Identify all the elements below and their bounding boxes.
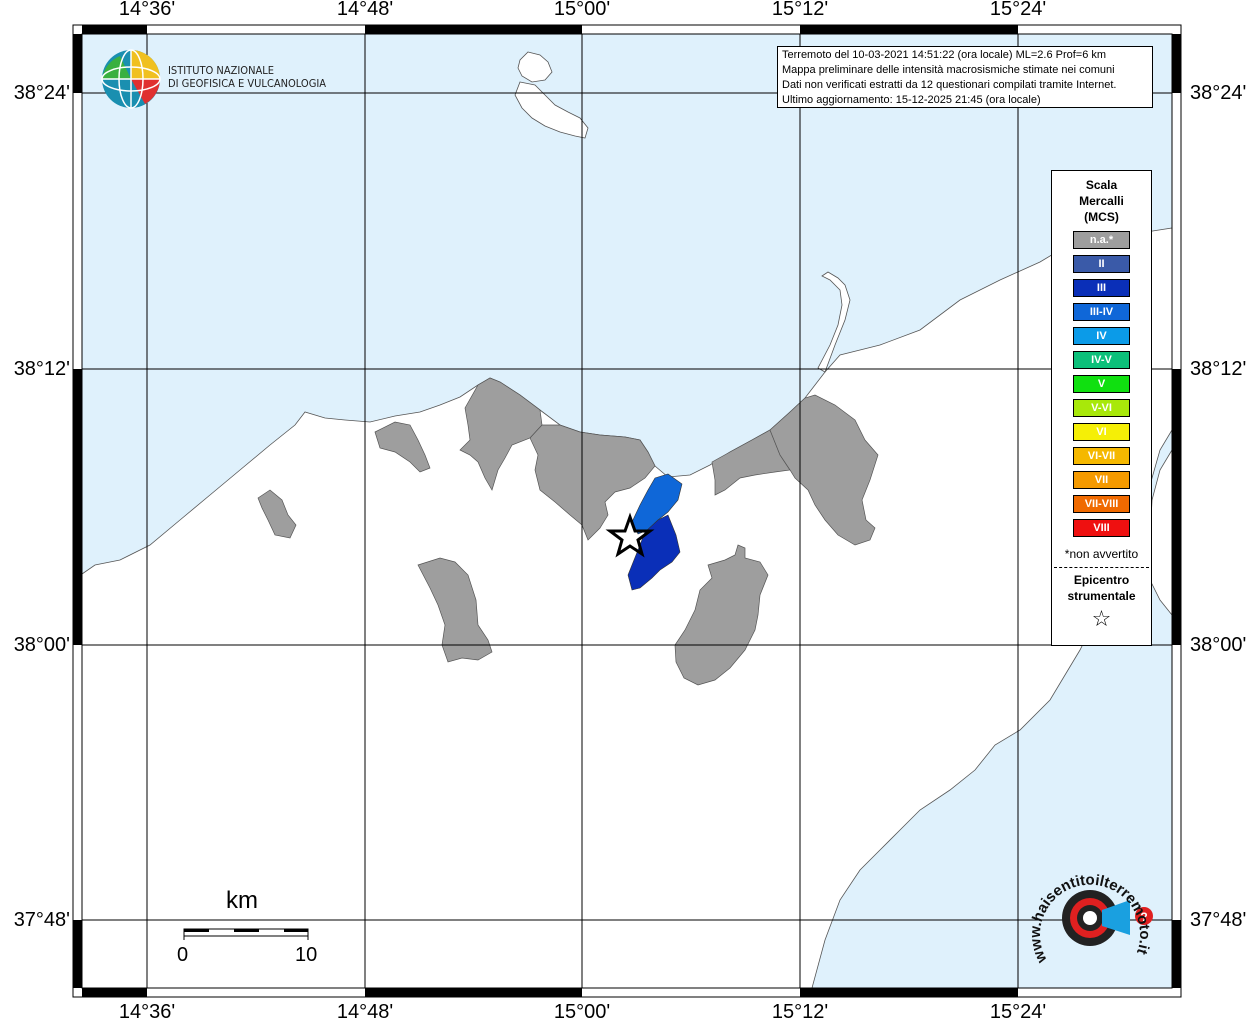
watermark-url: www.haisentitoilterremoto.it <box>1027 872 1153 967</box>
lon-label-bottom: 14°48' <box>336 1001 394 1023</box>
lat-label-right: 38°24' <box>1190 82 1247 104</box>
lat-label-right: 38°12' <box>1190 358 1247 380</box>
epicentre-label-line: strumentale <box>1067 589 1136 603</box>
lon-label-bottom: 15°12' <box>771 1001 829 1023</box>
legend-note: *non avvertito <box>1064 547 1139 561</box>
lat-label-left: 38°24' <box>13 82 70 104</box>
legend-swatch: V-VI <box>1073 399 1130 417</box>
legend-swatch: V <box>1073 375 1130 393</box>
ingv-globe-icon <box>101 49 161 109</box>
logo-line2: DI GEOFISICA E VULCANOLOGIA <box>168 77 327 90</box>
lon-label-top: 15°00' <box>553 0 611 20</box>
info-line-3: Dati non verificati estratti da 12 quest… <box>782 79 1117 91</box>
logo-line1: ISTITUTO NAZIONALE <box>168 64 275 77</box>
legend-title-line: Mercalli <box>1079 194 1124 208</box>
lat-label-left: 38°12' <box>13 358 70 380</box>
legend-title-line: Scala <box>1085 178 1118 192</box>
lon-label-top: 15°12' <box>771 0 829 20</box>
legend-swatch: IV <box>1073 327 1130 345</box>
lat-label-left: 38°00' <box>13 634 70 656</box>
watermark-text: www.haisentitoilterremoto.it <box>1027 872 1153 967</box>
legend-swatch: VIII <box>1073 519 1130 537</box>
legend-title-line: (MCS) <box>1084 210 1119 224</box>
legend-swatches: n.a.* II III III-IV IV IV-V V V-VI VI VI-VII VII VI… <box>1052 231 1151 537</box>
scale-min-label: 0 <box>177 944 189 966</box>
legend-swatch: VII <box>1073 471 1130 489</box>
legend-divider <box>1054 567 1149 568</box>
epicentre-label: Epicentro strumentale <box>1052 572 1151 604</box>
lon-label-top: 14°48' <box>336 0 394 20</box>
mcs-legend: Scala Mercalli (MCS) n.a.* II III III-IV IV I… <box>1051 170 1152 646</box>
legend-swatch: II <box>1073 255 1130 273</box>
legend-swatch: VII-VIII <box>1073 495 1130 513</box>
lat-label-left: 37°48' <box>13 909 70 931</box>
event-info-box: Terremoto del 10-03-2021 14:51:22 (ora l… <box>777 46 1153 108</box>
legend-title: Scala Mercalli (MCS) <box>1052 177 1151 225</box>
lon-label-top: 15°24' <box>989 0 1047 20</box>
legend-swatch: VI-VII <box>1073 447 1130 465</box>
info-line-4: Ultimo aggiornamento: 15-12-2025 21:45 (… <box>782 94 1041 106</box>
lon-label-bottom: 15°00' <box>553 1001 611 1023</box>
ingv-logo-text: ISTITUTO NAZIONALE DI GEOFISICA E VULCAN… <box>168 64 326 90</box>
lat-label-right: 38°00' <box>1190 634 1247 656</box>
legend-swatch: III <box>1073 279 1130 297</box>
star-icon: ☆ <box>1091 606 1112 631</box>
scale-unit-label: km <box>226 887 258 914</box>
epicentre-label-line: Epicentro <box>1073 573 1130 587</box>
legend-swatch: III-IV <box>1073 303 1130 321</box>
legend-swatch: VI <box>1073 423 1130 441</box>
lat-label-right: 37°48' <box>1190 909 1247 931</box>
lon-label-bottom: 14°36' <box>118 1001 176 1023</box>
lon-label-bottom: 15°24' <box>989 1001 1047 1023</box>
lon-label-top: 14°36' <box>118 0 176 20</box>
legend-swatch: IV-V <box>1073 351 1130 369</box>
info-line-2: Mappa preliminare delle intensità macros… <box>782 64 1115 76</box>
legend-swatch: n.a.* <box>1073 231 1130 249</box>
scale-max-label: 10 <box>295 944 318 966</box>
svg-text:www.haisentitoilterremoto.it: www.haisentitoilterremoto.it <box>1027 872 1153 967</box>
info-line-1: Terremoto del 10-03-2021 14:51:22 (ora l… <box>782 49 1107 61</box>
